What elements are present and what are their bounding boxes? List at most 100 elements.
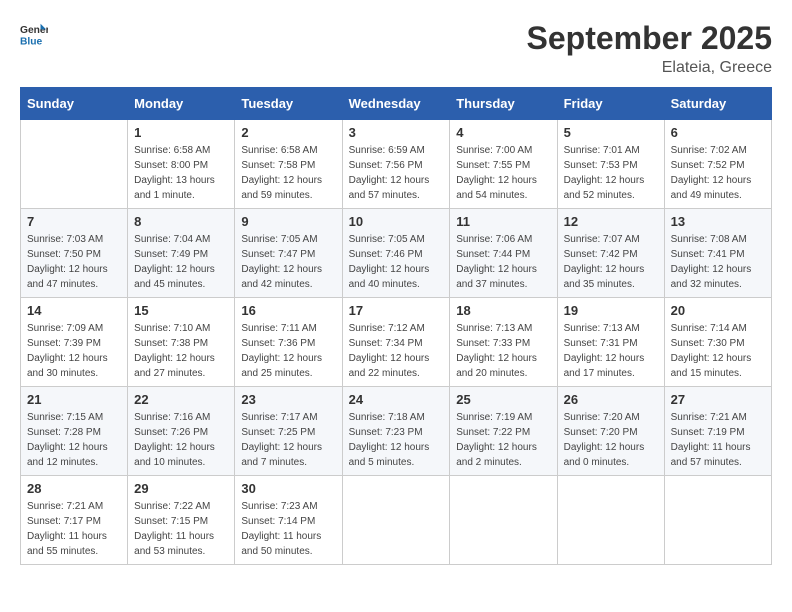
- day-number: 26: [564, 392, 658, 407]
- day-number: 1: [134, 125, 228, 140]
- day-number: 8: [134, 214, 228, 229]
- day-number: 11: [456, 214, 550, 229]
- calendar-cell: 26 Sunrise: 7:20 AMSunset: 7:20 PMDayligh…: [557, 387, 664, 476]
- day-info: Sunrise: 7:13 AMSunset: 7:33 PMDaylight:…: [456, 321, 550, 381]
- day-info: Sunrise: 7:20 AMSunset: 7:20 PMDaylight:…: [564, 410, 658, 470]
- header-day-sunday: Sunday: [21, 88, 128, 120]
- day-info: Sunrise: 7:21 AMSunset: 7:19 PMDaylight:…: [671, 410, 765, 470]
- day-info: Sunrise: 7:05 AMSunset: 7:46 PMDaylight:…: [349, 232, 444, 292]
- calendar-cell: 6 Sunrise: 7:02 AMSunset: 7:52 PMDaylight…: [664, 120, 771, 209]
- calendar-cell: 13Sunrise: 7:08 AMSunset: 7:41 PMDayligh…: [664, 209, 771, 298]
- location-title: Elateia, Greece: [527, 59, 772, 77]
- calendar-cell: 7 Sunrise: 7:03 AMSunset: 7:50 PMDaylight…: [21, 209, 128, 298]
- header-day-wednesday: Wednesday: [342, 88, 450, 120]
- day-number: 28: [27, 481, 121, 496]
- day-number: 9: [241, 214, 335, 229]
- header-day-thursday: Thursday: [450, 88, 557, 120]
- logo: General Blue: [20, 20, 48, 48]
- calendar-cell: 29 Sunrise: 7:22 AMSunset: 7:15 PMDayligh…: [128, 476, 235, 565]
- calendar-week-row: 14 Sunrise: 7:09 AMSunset: 7:39 PMDayligh…: [21, 298, 772, 387]
- svg-text:Blue: Blue: [20, 36, 43, 47]
- day-info: Sunrise: 6:59 AMSunset: 7:56 PMDaylight:…: [349, 143, 444, 203]
- calendar-cell: 22 Sunrise: 7:16 AMSunset: 7:26 PMDayligh…: [128, 387, 235, 476]
- day-number: 22: [134, 392, 228, 407]
- calendar-cell: 11 Sunrise: 7:06 AMSunset: 7:44 PMDayligh…: [450, 209, 557, 298]
- day-info: Sunrise: 7:03 AMSunset: 7:50 PMDaylight:…: [27, 232, 121, 292]
- day-info: Sunrise: 6:58 AMSunset: 7:58 PMDaylight:…: [241, 143, 335, 203]
- day-number: 29: [134, 481, 228, 496]
- calendar-cell: 1 Sunrise: 6:58 AMSunset: 8:00 PMDaylight…: [128, 120, 235, 209]
- day-number: 2: [241, 125, 335, 140]
- day-info: Sunrise: 7:02 AMSunset: 7:52 PMDaylight:…: [671, 143, 765, 203]
- calendar-body: 1 Sunrise: 6:58 AMSunset: 8:00 PMDaylight…: [21, 120, 772, 565]
- day-info: Sunrise: 7:14 AMSunset: 7:30 PMDaylight:…: [671, 321, 765, 381]
- day-number: 21: [27, 392, 121, 407]
- day-number: 14: [27, 303, 121, 318]
- calendar-week-row: 7 Sunrise: 7:03 AMSunset: 7:50 PMDaylight…: [21, 209, 772, 298]
- calendar-cell: [21, 120, 128, 209]
- calendar-week-row: 28 Sunrise: 7:21 AMSunset: 7:17 PMDayligh…: [21, 476, 772, 565]
- day-number: 23: [241, 392, 335, 407]
- svg-text:General: General: [20, 25, 48, 36]
- day-info: Sunrise: 6:58 AMSunset: 8:00 PMDaylight:…: [134, 143, 228, 203]
- calendar-cell: 30Sunrise: 7:23 AMSunset: 7:14 PMDayligh…: [235, 476, 342, 565]
- calendar-cell: 17Sunrise: 7:12 AMSunset: 7:34 PMDayligh…: [342, 298, 450, 387]
- day-info: Sunrise: 7:16 AMSunset: 7:26 PMDaylight:…: [134, 410, 228, 470]
- header-day-monday: Monday: [128, 88, 235, 120]
- calendar-cell: 27 Sunrise: 7:21 AMSunset: 7:19 PMDayligh…: [664, 387, 771, 476]
- day-info: Sunrise: 7:22 AMSunset: 7:15 PMDaylight:…: [134, 499, 228, 559]
- header-day-tuesday: Tuesday: [235, 88, 342, 120]
- month-title: September 2025: [527, 20, 772, 57]
- calendar-cell: 12 Sunrise: 7:07 AMSunset: 7:42 PMDayligh…: [557, 209, 664, 298]
- day-info: Sunrise: 7:04 AMSunset: 7:49 PMDaylight:…: [134, 232, 228, 292]
- calendar-cell: [342, 476, 450, 565]
- day-number: 27: [671, 392, 765, 407]
- day-info: Sunrise: 7:21 AMSunset: 7:17 PMDaylight:…: [27, 499, 121, 559]
- calendar-week-row: 21 Sunrise: 7:15 AMSunset: 7:28 PMDayligh…: [21, 387, 772, 476]
- day-info: Sunrise: 7:19 AMSunset: 7:22 PMDaylight:…: [456, 410, 550, 470]
- day-info: Sunrise: 7:10 AMSunset: 7:38 PMDaylight:…: [134, 321, 228, 381]
- day-number: 4: [456, 125, 550, 140]
- day-number: 7: [27, 214, 121, 229]
- day-info: Sunrise: 7:12 AMSunset: 7:34 PMDaylight:…: [349, 321, 444, 381]
- calendar-cell: 10Sunrise: 7:05 AMSunset: 7:46 PMDayligh…: [342, 209, 450, 298]
- calendar-cell: 18 Sunrise: 7:13 AMSunset: 7:33 PMDayligh…: [450, 298, 557, 387]
- day-info: Sunrise: 7:15 AMSunset: 7:28 PMDaylight:…: [27, 410, 121, 470]
- day-number: 30: [241, 481, 335, 496]
- calendar-cell: 4Sunrise: 7:00 AMSunset: 7:55 PMDaylight…: [450, 120, 557, 209]
- day-number: 25: [456, 392, 550, 407]
- day-info: Sunrise: 7:07 AMSunset: 7:42 PMDaylight:…: [564, 232, 658, 292]
- day-number: 16: [241, 303, 335, 318]
- calendar-cell: 3 Sunrise: 6:59 AMSunset: 7:56 PMDaylight…: [342, 120, 450, 209]
- day-info: Sunrise: 7:11 AMSunset: 7:36 PMDaylight:…: [241, 321, 335, 381]
- day-info: Sunrise: 7:09 AMSunset: 7:39 PMDaylight:…: [27, 321, 121, 381]
- day-number: 3: [349, 125, 444, 140]
- day-info: Sunrise: 7:18 AMSunset: 7:23 PMDaylight:…: [349, 410, 444, 470]
- day-number: 20: [671, 303, 765, 318]
- day-number: 19: [564, 303, 658, 318]
- calendar-cell: 21 Sunrise: 7:15 AMSunset: 7:28 PMDayligh…: [21, 387, 128, 476]
- calendar-cell: 15 Sunrise: 7:10 AMSunset: 7:38 PMDayligh…: [128, 298, 235, 387]
- calendar-cell: 9Sunrise: 7:05 AMSunset: 7:47 PMDaylight…: [235, 209, 342, 298]
- day-number: 12: [564, 214, 658, 229]
- day-number: 24: [349, 392, 444, 407]
- header-day-saturday: Saturday: [664, 88, 771, 120]
- calendar-table: SundayMondayTuesdayWednesdayThursdayFrid…: [20, 87, 772, 565]
- calendar-cell: 2 Sunrise: 6:58 AMSunset: 7:58 PMDaylight…: [235, 120, 342, 209]
- day-number: 6: [671, 125, 765, 140]
- calendar-cell: 14 Sunrise: 7:09 AMSunset: 7:39 PMDayligh…: [21, 298, 128, 387]
- calendar-cell: 19Sunrise: 7:13 AMSunset: 7:31 PMDayligh…: [557, 298, 664, 387]
- calendar-header-row: SundayMondayTuesdayWednesdayThursdayFrid…: [21, 88, 772, 120]
- day-number: 18: [456, 303, 550, 318]
- day-info: Sunrise: 7:17 AMSunset: 7:25 PMDaylight:…: [241, 410, 335, 470]
- day-number: 13: [671, 214, 765, 229]
- calendar-week-row: 1 Sunrise: 6:58 AMSunset: 8:00 PMDaylight…: [21, 120, 772, 209]
- day-info: Sunrise: 7:01 AMSunset: 7:53 PMDaylight:…: [564, 143, 658, 203]
- calendar-cell: 28 Sunrise: 7:21 AMSunset: 7:17 PMDayligh…: [21, 476, 128, 565]
- day-info: Sunrise: 7:06 AMSunset: 7:44 PMDaylight:…: [456, 232, 550, 292]
- calendar-cell: 25 Sunrise: 7:19 AMSunset: 7:22 PMDayligh…: [450, 387, 557, 476]
- calendar-cell: 8 Sunrise: 7:04 AMSunset: 7:49 PMDaylight…: [128, 209, 235, 298]
- calendar-cell: 23 Sunrise: 7:17 AMSunset: 7:25 PMDayligh…: [235, 387, 342, 476]
- calendar-cell: [664, 476, 771, 565]
- day-number: 15: [134, 303, 228, 318]
